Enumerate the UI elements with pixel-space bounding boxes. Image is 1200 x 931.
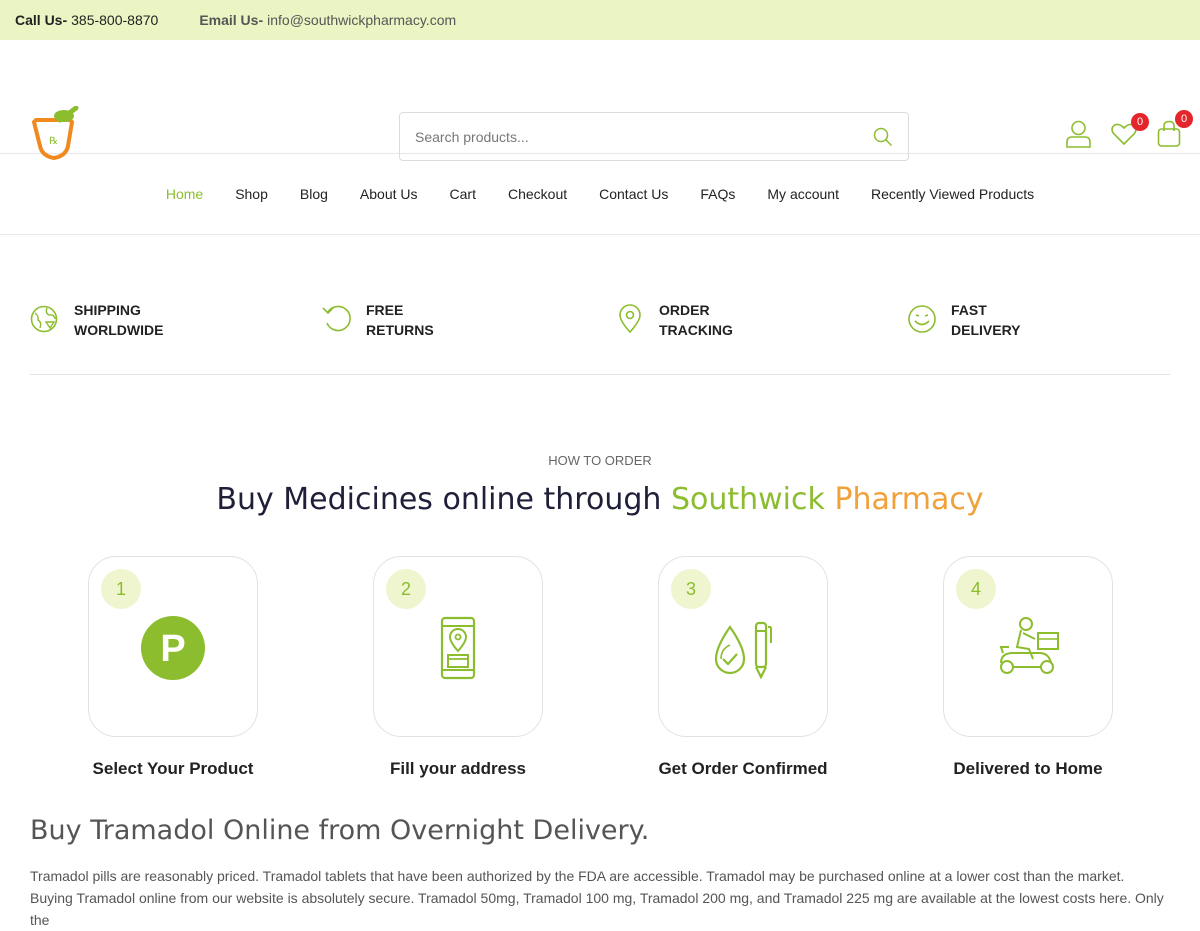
feature-returns-line2: RETURNS (366, 322, 434, 338)
step-label: Delivered to Home (953, 759, 1103, 778)
location-pin-icon (619, 304, 641, 334)
step-number: 1 (101, 569, 141, 609)
phone-link[interactable]: 385-800-8870 (71, 12, 158, 28)
article-paragraph: Tramadol pills are reasonably priced. Tr… (30, 868, 1164, 928)
step-label: Select Your Product (92, 759, 254, 778)
step-card-box: 4 (943, 556, 1113, 737)
wishlist-count-badge: 0 (1131, 113, 1149, 131)
nav-recently-viewed[interactable]: Recently Viewed Products (871, 186, 1034, 202)
nav-contact-us[interactable]: Contact Us (599, 186, 668, 202)
main-nav: Home Shop Blog About Us Cart Checkout Co… (0, 154, 1200, 235)
section-title: Buy Medicines online through Southwick P… (0, 482, 1200, 517)
step-card-box: 3 (658, 556, 828, 737)
nav-faqs[interactable]: FAQs (700, 186, 735, 202)
svg-text:P: P (160, 628, 185, 670)
section-title-green: Southwick (670, 482, 825, 517)
globe-icon (30, 305, 58, 333)
feature-returns-line1: FREE (366, 302, 404, 318)
nav-home[interactable]: Home (166, 186, 203, 202)
phone-store-icon (440, 616, 476, 680)
call-info: Call Us- 385-800-8870 (15, 12, 158, 28)
feature-tracking-line2: TRACKING (659, 322, 733, 338)
step-card: 4 Delivered to Home (943, 556, 1113, 778)
feature-delivery: FAST DELIVERY (907, 300, 1021, 340)
nav-my-account[interactable]: My account (767, 186, 839, 202)
email-label: Email Us- (199, 12, 264, 28)
feature-shipping-line1: SHIPPING (74, 302, 141, 318)
features-bar: SHIPPING WORLDWIDE FREE RETURNS ORDER TR… (30, 300, 1170, 375)
return-icon (322, 305, 351, 332)
svg-text:℞: ℞ (49, 136, 58, 147)
step-number: 3 (671, 569, 711, 609)
scooter-delivery-icon (999, 617, 1059, 674)
feature-delivery-line1: FAST (951, 302, 987, 318)
nav-blog[interactable]: Blog (300, 186, 328, 202)
step-card-box: 2 (373, 556, 543, 737)
feature-delivery-line2: DELIVERY (951, 322, 1021, 338)
email-link[interactable]: info@southwickpharmacy.com (267, 12, 456, 28)
nav-shop[interactable]: Shop (235, 186, 268, 202)
feature-shipping: SHIPPING WORLDWIDE (30, 300, 163, 340)
feature-shipping-line2: WORLDWIDE (74, 322, 164, 338)
topbar: Call Us- 385-800-8870 Email Us- info@sou… (0, 0, 1200, 40)
feature-tracking-line1: ORDER (659, 302, 710, 318)
step-label: Fill your address (389, 759, 527, 778)
section-kicker: HOW TO ORDER (548, 453, 652, 468)
cart-button[interactable]: 0 (1157, 110, 1193, 153)
section-title-orange: Pharmacy (834, 482, 984, 517)
account-button[interactable] (1065, 120, 1092, 153)
article-heading: Buy Tramadol Online from Overnight Deliv… (30, 815, 650, 846)
smiley-icon (908, 305, 936, 333)
mortar-pestle-icon: ℞ (31, 105, 79, 161)
search-icon[interactable] (873, 127, 893, 147)
step-number: 4 (956, 569, 996, 609)
step-card-box: 1 P (88, 556, 258, 737)
section-title-prefix: Buy Medicines online through (216, 482, 662, 517)
pharmacy-logo[interactable]: ℞ (30, 105, 80, 162)
parking-p-icon: P (141, 616, 205, 680)
search-bar (399, 112, 909, 161)
call-label: Call Us- (15, 12, 68, 28)
email-info: Email Us- info@southwickpharmacy.com (199, 12, 456, 28)
nav-cart[interactable]: Cart (450, 186, 476, 202)
nav-checkout[interactable]: Checkout (508, 186, 567, 202)
search-input[interactable] (415, 128, 873, 145)
wishlist-button[interactable]: 0 (1111, 113, 1149, 150)
step-number: 2 (386, 569, 426, 609)
cart-count-badge: 0 (1175, 110, 1193, 128)
step-card: 2 Fill your address (373, 556, 543, 778)
nav-about-us[interactable]: About Us (360, 186, 418, 202)
user-icon (1066, 120, 1091, 148)
step-card: 3 Get Order Confirmed (658, 556, 828, 778)
feature-returns: FREE RETURNS (322, 300, 434, 340)
drop-pen-icon (714, 621, 772, 680)
step-label: Get Order Confirmed (658, 759, 828, 778)
feature-tracking: ORDER TRACKING (615, 300, 733, 340)
site-header: ℞ 0 0 (0, 40, 1200, 161)
step-card: 1 P Select Your Product (88, 556, 258, 778)
